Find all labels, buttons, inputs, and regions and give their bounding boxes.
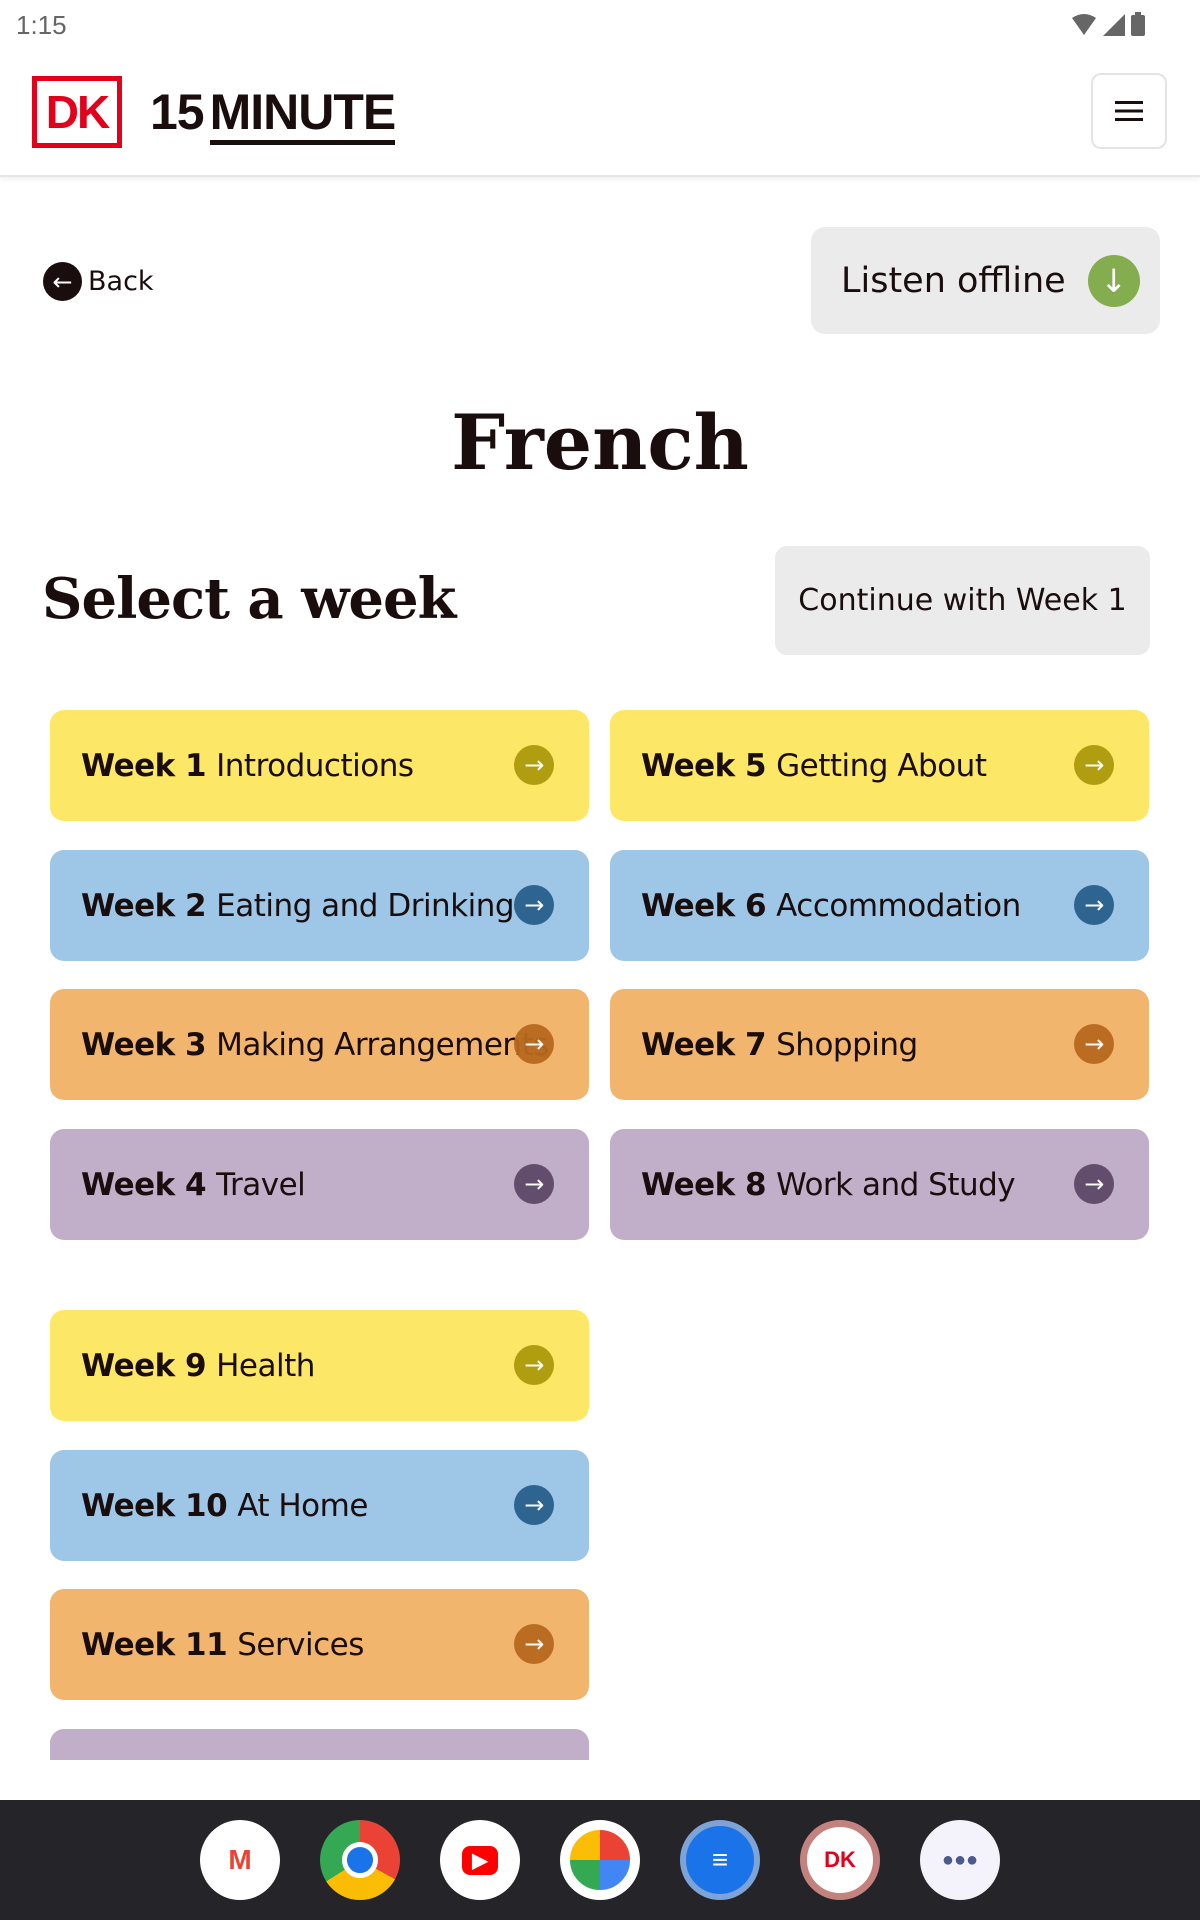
week-number: Week 7 bbox=[641, 1026, 767, 1063]
week-card[interactable]: Week 1 Introductions → bbox=[50, 710, 589, 821]
dk-logo[interactable]: DK bbox=[32, 76, 122, 148]
section-title: Select a week bbox=[42, 566, 456, 632]
arrow-right-icon: → bbox=[1074, 885, 1114, 925]
week-card[interactable]: Week 4 Travel → bbox=[50, 1129, 589, 1240]
week-number: Week 2 bbox=[81, 887, 207, 924]
chrome-icon[interactable] bbox=[320, 1820, 400, 1900]
app-drawer-icon[interactable]: ●●● bbox=[920, 1820, 1000, 1900]
back-button[interactable]: ← Back bbox=[43, 262, 154, 301]
week-card[interactable]: Week 10 At Home → bbox=[50, 1450, 589, 1561]
week-number: Week 6 bbox=[641, 887, 767, 924]
week-topic: Accommodation bbox=[776, 887, 1021, 924]
menu-button[interactable] bbox=[1091, 73, 1167, 149]
status-bar: 1:15 bbox=[0, 0, 1200, 50]
arrow-right-icon: → bbox=[514, 885, 554, 925]
arrow-right-icon: → bbox=[1074, 1164, 1114, 1204]
arrow-right-icon: → bbox=[514, 745, 554, 785]
week-card-partial[interactable] bbox=[50, 1729, 589, 1760]
battery-icon bbox=[1131, 12, 1145, 36]
week-card[interactable]: Week 11 Services → bbox=[50, 1589, 589, 1700]
listen-offline-label: Listen offline bbox=[841, 260, 1066, 301]
week-topic: Work and Study bbox=[776, 1166, 1016, 1203]
week-number: Week 9 bbox=[81, 1347, 207, 1384]
week-card[interactable]: Week 5 Getting About → bbox=[610, 710, 1149, 821]
week-topic: Introductions bbox=[216, 747, 414, 784]
week-topic: Health bbox=[216, 1347, 315, 1384]
week-topic: Shopping bbox=[776, 1026, 918, 1063]
listen-offline-button[interactable]: Listen offline ↓ bbox=[811, 227, 1160, 334]
week-number: Week 5 bbox=[641, 747, 767, 784]
week-number: Week 1 bbox=[81, 747, 207, 784]
signal-icon bbox=[1103, 14, 1125, 36]
week-number: Week 3 bbox=[81, 1026, 207, 1063]
gmail-icon[interactable]: M bbox=[200, 1820, 280, 1900]
messages-icon[interactable]: ≡ bbox=[680, 1820, 760, 1900]
download-icon: ↓ bbox=[1087, 254, 1140, 307]
page-title: French bbox=[451, 398, 749, 487]
week-topic: Travel bbox=[216, 1166, 306, 1203]
arrow-right-icon: → bbox=[514, 1485, 554, 1525]
app-header: DK 15 MINUTE bbox=[0, 50, 1200, 177]
youtube-icon[interactable]: ▶ bbox=[440, 1820, 520, 1900]
week-card[interactable]: Week 8 Work and Study → bbox=[610, 1129, 1149, 1240]
week-card[interactable]: Week 9 Health → bbox=[50, 1310, 589, 1421]
week-card[interactable]: Week 6 Accommodation → bbox=[610, 850, 1149, 961]
brand-logo: 15 MINUTE bbox=[150, 83, 396, 145]
arrow-right-icon: → bbox=[514, 1164, 554, 1204]
continue-button[interactable]: Continue with Week 1 bbox=[775, 546, 1150, 655]
back-label: Back bbox=[88, 266, 154, 297]
wifi-icon bbox=[1072, 14, 1096, 35]
week-number: Week 11 bbox=[81, 1626, 228, 1663]
arrow-right-icon: → bbox=[514, 1024, 554, 1064]
week-card[interactable]: Week 3 Making Arrangements → bbox=[50, 989, 589, 1100]
arrow-right-icon: → bbox=[1074, 745, 1114, 785]
week-topic: Eating and Drinking bbox=[216, 887, 515, 924]
week-topic: Services bbox=[237, 1626, 364, 1663]
week-number: Week 4 bbox=[81, 1166, 207, 1203]
clock: 1:15 bbox=[16, 10, 67, 40]
week-card[interactable]: Week 7 Shopping → bbox=[610, 989, 1149, 1100]
arrow-right-icon: → bbox=[514, 1624, 554, 1664]
arrow-right-icon: → bbox=[514, 1345, 554, 1385]
week-number: Week 8 bbox=[641, 1166, 767, 1203]
week-topic: Getting About bbox=[776, 747, 987, 784]
photos-icon[interactable] bbox=[560, 1820, 640, 1900]
dk-app-icon[interactable]: DK bbox=[800, 1820, 880, 1900]
hamburger-icon bbox=[1115, 101, 1143, 121]
week-card[interactable]: Week 2 Eating and Drinking → bbox=[50, 850, 589, 961]
week-number: Week 10 bbox=[81, 1487, 228, 1524]
week-topic: At Home bbox=[237, 1487, 368, 1524]
app-dock: M ▶ ≡ DK ●●● bbox=[0, 1800, 1200, 1920]
week-topic: Making Arrangements bbox=[216, 1026, 549, 1063]
arrow-left-icon: ← bbox=[43, 262, 82, 301]
arrow-right-icon: → bbox=[1074, 1024, 1114, 1064]
